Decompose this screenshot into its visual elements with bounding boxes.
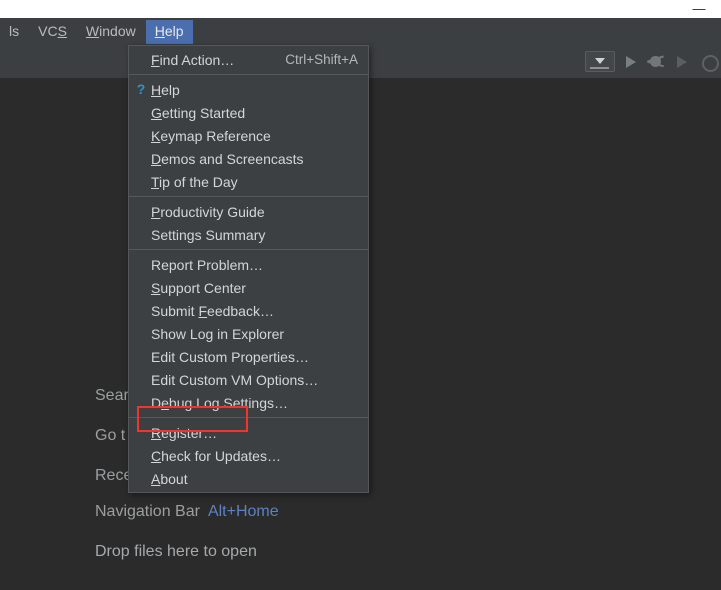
hint-navigation-bar-text: Navigation Bar — [95, 503, 200, 520]
menu-item-productivity-guide[interactable]: Productivity Guide — [129, 200, 368, 223]
menubar-item-help[interactable]: Help — [145, 19, 193, 44]
menu-item-getting-started[interactable]: Getting Started — [129, 101, 368, 124]
menu-item-label: Demos and Screencasts — [151, 150, 304, 167]
hint-search-text: Sear — [95, 387, 129, 404]
run-configuration-dropdown[interactable] — [585, 51, 615, 72]
menu-item-submit-feedback[interactable]: Submit Feedback… — [129, 299, 368, 322]
hint-goto: Go t — [95, 427, 125, 445]
menu-separator — [129, 196, 368, 197]
menu-item-support-center[interactable]: Support Center — [129, 276, 368, 299]
menu-item-help[interactable]: ? Help — [129, 78, 368, 101]
hint-drop-files: Drop files here to open — [95, 543, 257, 561]
menu-item-label: Edit Custom Properties… — [151, 348, 309, 365]
intellij-window: — lsVCSWindowHelp Sear Go t Recent Files… — [0, 0, 721, 590]
menu-item-about[interactable]: About — [129, 467, 368, 490]
minimize-button[interactable]: — — [686, 0, 712, 18]
menu-item-demos-and-screencasts[interactable]: Demos and Screencasts — [129, 147, 368, 170]
run-button[interactable] — [621, 52, 641, 72]
menu-item-label: Submit Feedback… — [151, 302, 274, 319]
menu-separator — [129, 249, 368, 250]
menu-item-label: Keymap Reference — [151, 127, 271, 144]
menu-item-label: Settings Summary — [151, 226, 266, 243]
menu-item-tip-of-the-day[interactable]: Tip of the Day — [129, 170, 368, 193]
menu-separator — [129, 417, 368, 418]
menu-item-label: Help — [151, 81, 180, 98]
menu-item-report-problem[interactable]: Report Problem… — [129, 253, 368, 276]
menu-item-label: Edit Custom VM Options… — [151, 371, 319, 388]
menu-item-register[interactable]: Register… — [129, 421, 368, 444]
menu-separator — [129, 74, 368, 75]
menu-item-shortcut: Ctrl+Shift+A — [285, 52, 358, 67]
hint-search: Sear — [95, 387, 129, 405]
menu-item-find-action[interactable]: Find Action… Ctrl+Shift+A — [129, 48, 368, 71]
menu-item-label: Register… — [151, 424, 218, 441]
menu-item-label: Productivity Guide — [151, 203, 265, 220]
menubar-item-window[interactable]: Window — [77, 20, 145, 44]
hint-navigation-bar-shortcut: Alt+Home — [207, 503, 279, 520]
menu-item-edit-custom-properties[interactable]: Edit Custom Properties… — [129, 345, 368, 368]
debug-button[interactable] — [647, 52, 667, 72]
toolbar-right-group — [585, 45, 721, 78]
menu-item-label: Debug Log Settings… — [151, 394, 289, 411]
menu-item-check-for-updates[interactable]: Check for Updates… — [129, 444, 368, 467]
menubar-item-ls[interactable]: ls — [0, 20, 28, 44]
hint-goto-text: Go t — [95, 427, 126, 444]
menu-item-settings-summary[interactable]: Settings Summary — [129, 223, 368, 246]
menu-item-label: Support Center — [151, 279, 246, 296]
help-dropdown-menu: Find Action… Ctrl+Shift+A? Help Getting Sta… — [128, 45, 369, 493]
menu-item-label: Tip of the Day — [151, 173, 238, 190]
hint-navigation-bar: Navigation Bar Alt+Home — [95, 503, 279, 521]
menu-item-label: Find Action… — [151, 51, 235, 68]
menu-item-label: Show Log in Explorer — [151, 325, 285, 342]
menubar-item-vcs[interactable]: VCS — [29, 20, 76, 44]
hint-drop-files-text: Drop files here to open — [95, 543, 257, 560]
menu-item-show-log-in-explorer[interactable]: Show Log in Explorer — [129, 322, 368, 345]
run-with-coverage-button[interactable] — [673, 52, 693, 72]
profile-button[interactable] — [699, 52, 719, 72]
menu-item-label: Check for Updates… — [151, 447, 281, 464]
question-mark-icon: ? — [136, 81, 146, 97]
menu-item-debug-log-settings[interactable]: Debug Log Settings… — [129, 391, 368, 414]
menu-bar: ls VCS Window Help — [0, 18, 721, 46]
menu-item-keymap-reference[interactable]: Keymap Reference — [129, 124, 368, 147]
menu-item-label: Report Problem… — [151, 256, 264, 273]
menu-item-label: About — [151, 470, 188, 487]
menu-item-label: Getting Started — [151, 104, 246, 121]
menu-item-edit-custom-vm-options[interactable]: Edit Custom VM Options… — [129, 368, 368, 391]
window-title-strip: — — [0, 0, 721, 18]
